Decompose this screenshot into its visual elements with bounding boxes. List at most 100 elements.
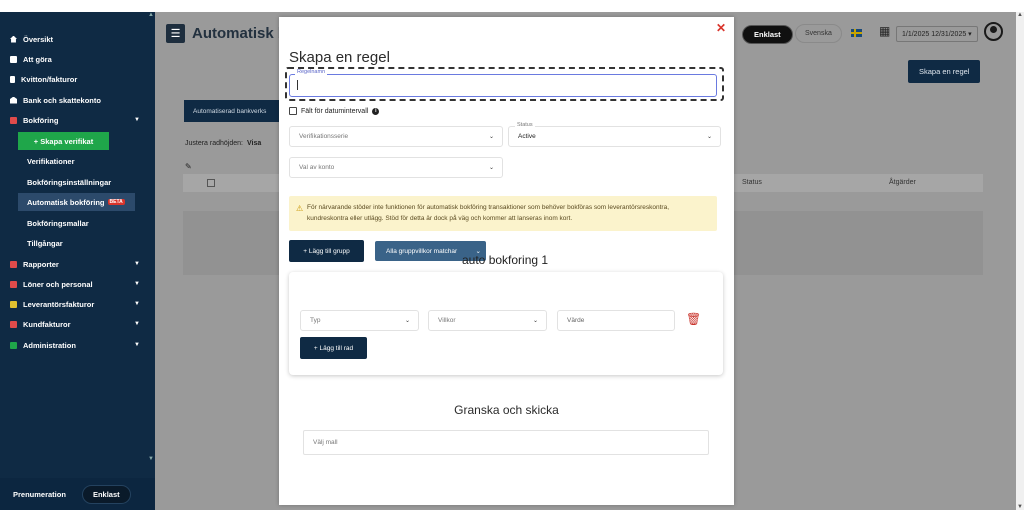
sidebar-item-label: Att göra [23, 54, 52, 64]
sidebar-scrollbar[interactable]: ▲ ▼ [147, 12, 155, 482]
verifikationsserie-select[interactable]: Verifikationsserie ⌄ [289, 126, 503, 147]
konto-placeholder: Val av konto [299, 164, 335, 171]
chevron-down-icon: ⌄ [532, 318, 538, 324]
chevron-down-icon: ⌄ [488, 134, 494, 140]
rule-name-overlay: auto bokforing 1 [462, 253, 549, 267]
trash-icon[interactable]: 🗑 [686, 312, 701, 326]
window-scrollbar[interactable]: ▲ ▼ [1016, 12, 1024, 510]
rule-name-input[interactable] [289, 74, 717, 97]
date-interval-checkbox-row[interactable]: Fält för datumintervall i [289, 107, 380, 115]
date-range-value: 1/1/2025 12/31/2025 [902, 31, 967, 38]
column-status: Status [742, 179, 762, 186]
scroll-up-icon[interactable]: ▲ [148, 12, 154, 18]
sidebar-item-label: Kundfakturor [23, 319, 71, 329]
sidebar-item-verifikationer[interactable]: Verifikationer [18, 152, 135, 170]
scroll-up-icon[interactable]: ▲ [1017, 12, 1023, 18]
sidebar-item-bank[interactable]: Bank och skattekonto [10, 93, 140, 107]
sidebar-item-loner[interactable]: Löner och personal ▼ [10, 277, 140, 291]
date-interval-label: Fält för datumintervall [301, 107, 369, 115]
user-avatar-icon[interactable] [984, 22, 1003, 41]
chevron-down-icon: ⌄ [488, 165, 494, 171]
scroll-down-icon[interactable]: ▼ [148, 456, 154, 462]
create-rule-modal: ✕ Skapa en regel Regelnamn Fält för datu… [279, 17, 734, 505]
sidebar-item-administration[interactable]: Administration ▼ [10, 338, 140, 352]
info-icon[interactable]: i [372, 107, 380, 115]
template-placeholder: Välj mall [313, 439, 338, 446]
template-select[interactable]: Välj mall [303, 430, 709, 455]
subscription-bar: Prenumeration Enklast [0, 478, 155, 510]
language-button[interactable]: Svenska [795, 24, 842, 43]
tab-automatiserad[interactable]: Automatiserad bankverks [184, 100, 280, 122]
pencil-icon[interactable]: ✎ [185, 162, 192, 171]
beta-badge: BETA [107, 199, 125, 205]
column-atgarder: Åtgärder [889, 179, 916, 186]
sidebar-item-kvitton[interactable]: Kvitton/fakturor [10, 72, 140, 86]
info-notice: ⚠ För närvarande stöder inte funktionen … [289, 196, 717, 231]
sidebar-item-label: Rapporter [23, 259, 59, 269]
notice-text: För närvarande stöder inte funktionen fö… [307, 204, 670, 222]
date-range-select[interactable]: 1/1/2025 12/31/2025 ▾ [896, 26, 978, 42]
sidebar-item-label: Administration [23, 340, 76, 350]
date-interval-checkbox[interactable] [289, 107, 297, 115]
konto-select[interactable]: Val av konto ⌄ [289, 157, 503, 178]
add-group-button[interactable]: + Lägg till grupp [289, 240, 364, 262]
bottom-frame [0, 510, 1024, 520]
bank-icon [10, 96, 17, 104]
skapa-verifikat-button[interactable]: + Skapa verifikat [18, 132, 109, 150]
plan-button[interactable]: Enklast [742, 25, 793, 44]
warning-icon: ⚠ [296, 204, 304, 213]
row-height-value[interactable]: Visa [247, 140, 261, 147]
book-icon [10, 116, 17, 124]
review-title: Granska och skicka [454, 403, 559, 417]
close-icon[interactable]: ✕ [716, 21, 726, 35]
list-icon [10, 55, 17, 63]
rule-name-label: Regelnamn [295, 69, 328, 75]
match-mode-value: Alla gruppvillkor matchar [386, 247, 458, 255]
villkor-select[interactable]: Villkor ⌄ [428, 310, 547, 331]
varde-input[interactable]: Värde [557, 310, 675, 331]
sidebar-item-label: Löner och personal [23, 279, 93, 289]
varde-placeholder: Värde [567, 317, 585, 324]
sidebar-item-label: Bank och skattekonto [23, 95, 101, 105]
sidebar-item-automatisk-bokforing[interactable]: Automatisk bokföring BETA [18, 193, 135, 211]
top-frame [0, 0, 1024, 12]
customer-icon [10, 320, 17, 328]
create-rule-button[interactable]: Skapa en regel [908, 60, 981, 83]
sidebar-item-rapporter[interactable]: Rapporter ▼ [10, 257, 140, 271]
people-icon [10, 280, 17, 288]
sidebar-item-tillgangar[interactable]: Tillgångar [18, 234, 135, 252]
row-height-control: Justera radhöjden: Visa [185, 140, 261, 147]
chevron-down-icon: ▼ [134, 281, 140, 287]
swedish-flag-icon[interactable] [851, 29, 862, 37]
select-all-checkbox[interactable] [207, 179, 215, 187]
sidebar-item-label: Leverantörsfakturor [23, 299, 95, 309]
sidebar-item-oversikt[interactable]: Översikt [10, 32, 140, 46]
menu-toggle-button[interactable]: ☰ [166, 24, 185, 43]
sidebar-item-bokforingsmallar[interactable]: Bokföringsmallar [18, 214, 135, 232]
home-icon [10, 35, 17, 43]
sidebar-item-label: Kvitton/fakturor [21, 74, 78, 84]
villkor-placeholder: Villkor [438, 317, 456, 324]
status-select[interactable]: Active ⌄ [508, 126, 721, 147]
hamburger-icon: ☰ [170, 28, 181, 40]
sidebar-item-kundfakturor[interactable]: Kundfakturor ▼ [10, 317, 140, 331]
chevron-down-icon: ⌄ [404, 318, 410, 324]
sidebar-item-bokforing[interactable]: Bokföring ▼ [10, 113, 140, 127]
typ-select[interactable]: Typ ⌄ [300, 310, 419, 331]
plan-badge[interactable]: Enklast [81, 484, 131, 504]
subscription-link[interactable]: Prenumeration [13, 490, 66, 499]
status-value: Active [518, 133, 536, 140]
calendar-icon[interactable]: ▦ [879, 24, 890, 38]
sidebar-item-label: Automatisk bokföring [27, 197, 105, 207]
text-cursor [297, 80, 298, 90]
sidebar-item-leverantorsfakturor[interactable]: Leverantörsfakturor ▼ [10, 297, 140, 311]
chevron-down-icon: ▼ [134, 342, 140, 348]
sidebar-item-att-gora[interactable]: Att göra [10, 52, 140, 66]
sidebar-item-bokforingsinstallningar[interactable]: Bokföringsinställningar [18, 173, 135, 191]
row-height-label: Justera radhöjden: [185, 140, 243, 147]
supplier-icon [10, 300, 17, 308]
chevron-down-icon: ▼ [134, 321, 140, 327]
sidebar-item-label: Översikt [23, 34, 54, 44]
add-row-button[interactable]: + Lägg till rad [300, 337, 367, 359]
typ-placeholder: Typ [310, 317, 321, 324]
